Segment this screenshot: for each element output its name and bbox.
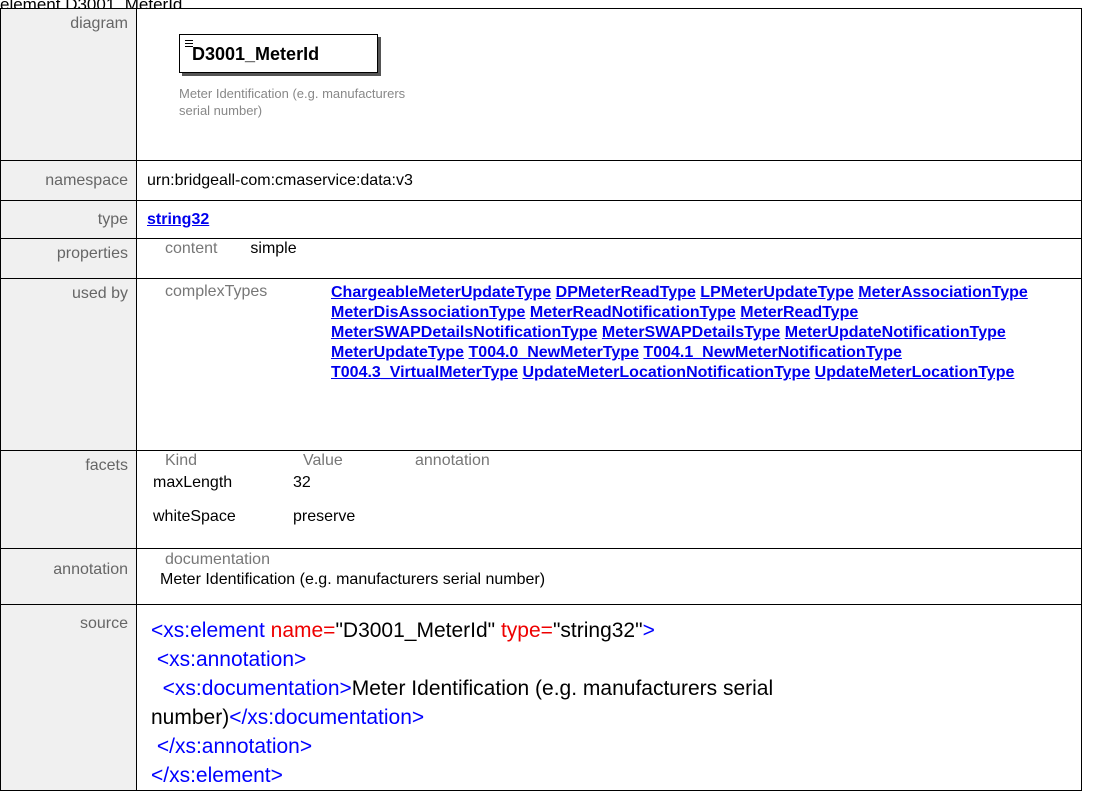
used-by-type-link[interactable]: DPMeterReadType xyxy=(556,284,696,301)
src-name-value: "D3001_MeterId" xyxy=(335,619,496,642)
src-documentation-open: <xs:documentation> xyxy=(162,677,352,700)
row-diagram: diagram D3001_MeterId Meter Identificati… xyxy=(0,8,1082,161)
annotation-text: Meter Identification (e.g. manufacturers… xyxy=(160,571,546,588)
used-by-type-link[interactable]: MeterUpdateNotificationType xyxy=(785,324,1006,341)
facets-header-kind: Kind xyxy=(165,452,198,469)
label-diagram: diagram xyxy=(0,8,137,161)
src-documentation-close: </xs:documentation> xyxy=(229,706,425,729)
diagram-cell: D3001_MeterId Meter Identification (e.g.… xyxy=(136,8,1082,161)
used-by-type-link[interactable]: LPMeterUpdateType xyxy=(700,284,854,301)
row-annotation: annotation documentation Meter Identific… xyxy=(0,548,1082,605)
label-properties: properties xyxy=(0,238,137,279)
src-documentation-text-1: Meter Identification (e.g. manufacturers… xyxy=(351,677,774,700)
src-type-value: "string32" xyxy=(552,619,643,642)
facets-header-value: Value xyxy=(303,452,343,469)
used-by-type-link[interactable]: ChargeableMeterUpdateType xyxy=(331,284,551,301)
diagram-element-name: D3001_MeterId xyxy=(192,44,320,64)
properties-value: simple xyxy=(250,240,297,257)
label-used-by: used by xyxy=(0,278,137,451)
row-facets: facets Kind Value annotation maxLength 3… xyxy=(0,450,1082,549)
row-properties: properties content simple xyxy=(0,238,1082,279)
facet-row: maxLength 32 xyxy=(153,474,1081,492)
used-by-type-link[interactable]: UpdateMeterLocationType xyxy=(815,364,1015,381)
facet-kind: whiteSpace xyxy=(153,508,236,525)
used-by-type-link[interactable]: T004.0_NewMeterType xyxy=(469,344,639,361)
properties-key: content xyxy=(165,240,218,257)
src-element-bracket: > xyxy=(642,619,655,642)
src-type-attr: type= xyxy=(500,619,553,642)
label-annotation: annotation xyxy=(0,548,137,605)
used-by-type-link[interactable]: T004.1_NewMeterNotificationType xyxy=(643,344,901,361)
annotation-header: documentation xyxy=(165,551,270,568)
namespace-value: urn:bridgeall-com:cmaservice:data:v3 xyxy=(136,160,1082,201)
used-by-type-link[interactable]: MeterDisAssociationType xyxy=(331,304,525,321)
row-used-by: used by complexTypes ChargeableMeterUpda… xyxy=(0,278,1082,451)
source-code: <xs:element name="D3001_MeterId" type="s… xyxy=(151,616,1081,790)
label-type: type xyxy=(0,200,137,239)
used-by-type-link[interactable]: MeterSWAPDetailsNotificationType xyxy=(331,324,597,341)
row-source: source <xs:element name="D3001_MeterId" … xyxy=(0,604,1082,791)
diagram-description: Meter Identification (e.g. manufacturers… xyxy=(179,86,406,118)
used-by-type-link[interactable]: MeterReadNotificationType xyxy=(530,304,736,321)
label-namespace: namespace xyxy=(0,160,137,201)
row-type: type string32 xyxy=(0,200,1082,239)
src-annotation-open: <xs:annotation> xyxy=(156,648,307,671)
used-by-type-link[interactable]: UpdateMeterLocationNotificationType xyxy=(523,364,811,381)
element-doc-table: diagram D3001_MeterId Meter Identificati… xyxy=(0,8,1082,791)
facets-header-annotation: annotation xyxy=(415,452,490,469)
row-namespace: namespace urn:bridgeall-com:cmaservice:d… xyxy=(0,160,1082,201)
element-diagram-box[interactable]: D3001_MeterId xyxy=(179,34,378,73)
src-name-attr: name= xyxy=(270,619,336,642)
used-by-type-link[interactable]: MeterSWAPDetailsType xyxy=(602,324,780,341)
facet-value: 32 xyxy=(293,474,311,491)
src-documentation-text-2: number) xyxy=(151,706,230,729)
src-annotation-close: </xs:annotation> xyxy=(156,735,313,758)
src-element-close: </xs:element xyxy=(151,764,271,787)
label-source: source xyxy=(0,604,137,791)
facet-kind: maxLength xyxy=(153,474,233,491)
used-by-type-link[interactable]: MeterAssociationType xyxy=(858,284,1028,301)
used-by-type-link[interactable]: MeterReadType xyxy=(740,304,858,321)
type-link[interactable]: string32 xyxy=(147,211,209,228)
facet-value: preserve xyxy=(293,508,356,525)
label-facets: facets xyxy=(0,450,137,549)
src-element-open: <xs:element xyxy=(151,619,265,642)
used-by-type-list: ChargeableMeterUpdateType DPMeterReadTyp… xyxy=(331,283,1071,383)
facet-row: whiteSpace preserve xyxy=(153,508,1081,526)
src-element-close-bracket: > xyxy=(270,764,283,787)
used-by-type-link[interactable]: MeterUpdateType xyxy=(331,344,464,361)
used-by-type-link[interactable]: T004.3_VirtualMeterType xyxy=(331,364,518,381)
used-by-category: complexTypes xyxy=(165,283,268,300)
